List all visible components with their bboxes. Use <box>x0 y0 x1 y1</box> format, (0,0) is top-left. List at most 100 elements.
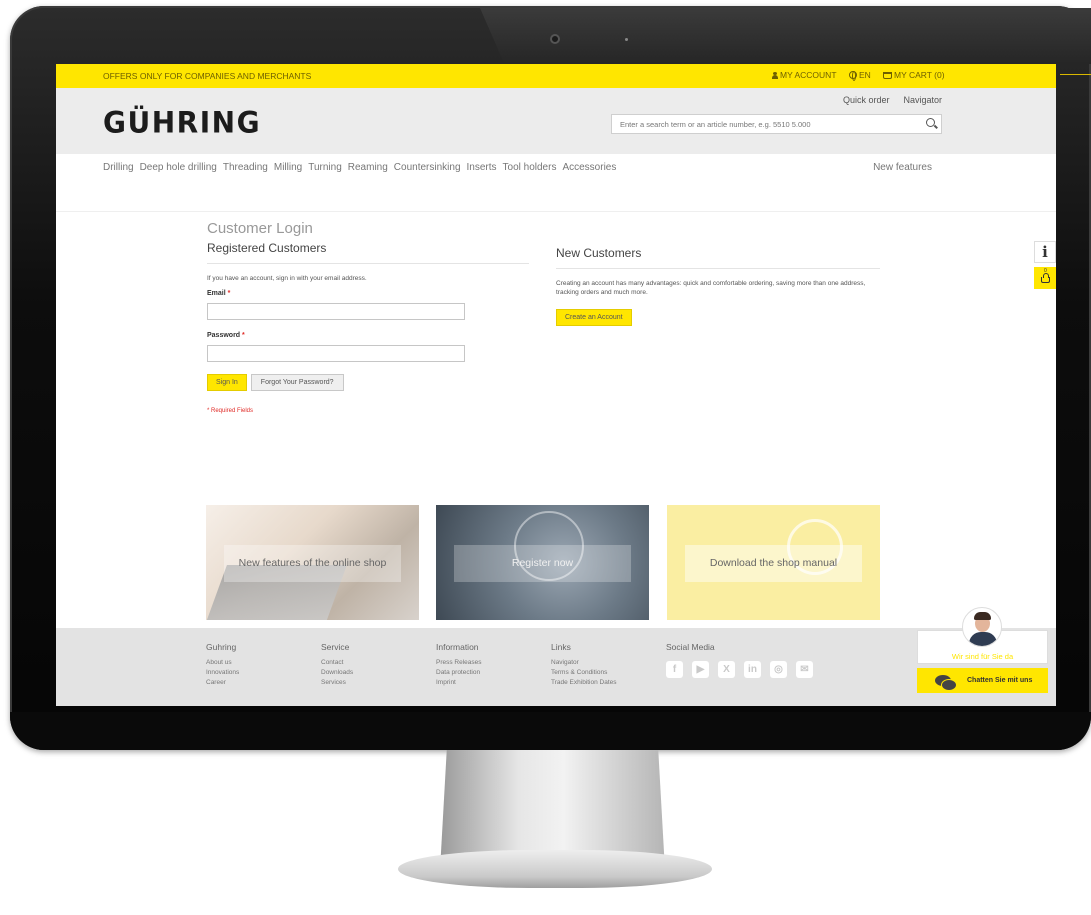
xing-icon[interactable]: X <box>718 661 735 678</box>
email-icon[interactable]: ✉ <box>796 661 813 678</box>
new-customers-section: New Customers Creating an account has ma… <box>556 246 880 326</box>
footer-heading: Links <box>551 642 571 652</box>
new-customers-text: Creating an account has many advantages:… <box>556 280 866 296</box>
banner-caption: Download the shop manual <box>685 545 862 582</box>
email-label-text: Email <box>207 290 226 297</box>
quick-order-link[interactable]: Quick order <box>843 95 890 105</box>
site-header: GÜHRING Quick order Navigator Enter a se… <box>56 88 1056 154</box>
globe-icon <box>849 71 857 81</box>
footer-link[interactable]: Downloads <box>321 668 353 678</box>
chat-button-label: Chatten Sie mit uns <box>967 677 1033 684</box>
password-field[interactable] <box>207 345 465 362</box>
nav-item-drilling[interactable]: Drilling <box>103 162 134 173</box>
sign-in-button[interactable]: Sign In <box>207 374 247 391</box>
footer-link[interactable]: Imprint <box>436 678 482 688</box>
monitor-stand-base <box>398 850 712 888</box>
footer-heading: Information <box>436 642 479 652</box>
youtube-icon[interactable]: ▶ <box>692 661 709 678</box>
footer-link[interactable]: Career <box>206 678 239 688</box>
footer-link[interactable]: Terms & Conditions <box>551 668 617 678</box>
footer-link[interactable]: Innovations <box>206 668 239 678</box>
info-icon: i <box>1042 243 1048 261</box>
search-placeholder: Enter a search term or an article number… <box>620 120 811 129</box>
footer-link[interactable]: Press Releases <box>436 658 482 668</box>
main-navigation: Drilling Deep hole drilling Threading Mi… <box>56 154 1056 212</box>
guhring-logo[interactable]: GÜHRING <box>103 105 261 140</box>
site-footer: Guhring About us Innovations Career Serv… <box>56 628 1056 706</box>
chat-bubble-icon <box>935 675 957 691</box>
category-menu: Drilling Deep hole drilling Threading Mi… <box>103 162 616 173</box>
nav-item-tool-holders[interactable]: Tool holders <box>503 162 557 173</box>
login-intro: If you have an account, sign in with you… <box>207 275 367 282</box>
nav-item-reaming[interactable]: Reaming <box>348 162 388 173</box>
avatar-hair <box>974 612 991 620</box>
web-page: OFFERS ONLY FOR COMPANIES AND MERCHANTS … <box>56 64 1056 706</box>
nav-item-turning[interactable]: Turning <box>308 162 342 173</box>
required-star: * <box>242 332 245 339</box>
banner-register[interactable]: Register now <box>436 505 649 620</box>
banner-caption: Register now <box>454 545 631 582</box>
footer-link[interactable]: About us <box>206 658 239 668</box>
banner-caption: New features of the online shop <box>224 545 401 582</box>
footer-link[interactable]: Data protection <box>436 668 482 678</box>
monitor-mockup: OFFERS ONLY FOR COMPANIES AND MERCHANTS … <box>0 0 1091 915</box>
email-label: Email * <box>207 290 529 297</box>
nav-item-deep-hole-drilling[interactable]: Deep hole drilling <box>140 162 217 173</box>
login-section: Customer Login Registered Customers If y… <box>207 220 529 414</box>
my-account-link[interactable]: MY ACCOUNT <box>772 70 837 80</box>
footer-column-links: Links Navigator Terms & Conditions Trade… <box>551 642 617 688</box>
registered-customers-heading: Registered Customers <box>207 241 529 264</box>
user-icon <box>772 71 778 79</box>
footer-heading: Service <box>321 642 350 652</box>
avatar-body <box>969 632 997 646</box>
search-icon[interactable] <box>926 118 935 127</box>
footer-link[interactable]: Services <box>321 678 353 688</box>
chat-greeting: Wir sind für Sie da <box>951 652 1014 661</box>
new-customers-heading: New Customers <box>556 246 880 269</box>
nav-item-new-features[interactable]: New features <box>873 162 932 173</box>
footer-link[interactable]: Trade Exhibition Dates <box>551 678 617 688</box>
create-account-button[interactable]: Create an Account <box>556 309 632 326</box>
cart-icon <box>883 71 892 79</box>
password-label-text: Password <box>207 332 241 339</box>
facebook-icon[interactable]: f <box>666 661 683 678</box>
basket-tab[interactable]: 0 <box>1034 267 1056 289</box>
footer-heading: Social Media <box>666 642 715 652</box>
info-tab[interactable]: i <box>1034 241 1056 263</box>
top-bar: OFFERS ONLY FOR COMPANIES AND MERCHANTS … <box>56 64 1056 88</box>
navigator-link[interactable]: Navigator <box>903 95 942 105</box>
footer-column-information: Information Press Releases Data protecti… <box>436 642 482 688</box>
monitor-chin <box>10 712 1091 750</box>
banner-shop-manual[interactable]: Download the shop manual <box>667 505 880 620</box>
basket-icon <box>1041 273 1050 283</box>
password-label: Password * <box>207 332 529 339</box>
nav-item-inserts[interactable]: Inserts <box>467 162 497 173</box>
linkedin-icon[interactable]: in <box>744 661 761 678</box>
email-field[interactable] <box>207 303 465 320</box>
language-switcher[interactable]: EN <box>849 70 871 81</box>
nav-item-threading[interactable]: Threading <box>223 162 268 173</box>
footer-link[interactable]: Contact <box>321 658 353 668</box>
footer-link[interactable]: Navigator <box>551 658 617 668</box>
footer-column-guhring: Guhring About us Innovations Career <box>206 642 239 688</box>
nav-item-accessories[interactable]: Accessories <box>562 162 616 173</box>
language-label: EN <box>859 70 871 80</box>
chat-button[interactable]: Chatten Sie mit uns <box>917 668 1048 693</box>
cart-link[interactable]: MY CART (0) <box>883 70 945 80</box>
footer-column-social: Social Media <box>666 642 715 658</box>
instagram-icon[interactable]: ◎ <box>770 661 787 678</box>
nav-item-countersinking[interactable]: Countersinking <box>394 162 461 173</box>
required-star: * <box>227 290 231 297</box>
webcam-sensor <box>625 38 628 41</box>
header-links: Quick order Navigator <box>843 95 942 105</box>
avatar[interactable] <box>962 607 1002 647</box>
social-icons: f ▶ X in ◎ ✉ <box>666 661 813 678</box>
cart-label: MY CART (0) <box>894 70 945 80</box>
nav-item-milling[interactable]: Milling <box>274 162 302 173</box>
forgot-password-button[interactable]: Forgot Your Password? <box>250 374 344 391</box>
webcam <box>550 34 560 44</box>
my-account-label: MY ACCOUNT <box>780 70 837 80</box>
banner-new-features[interactable]: New features of the online shop <box>206 505 419 620</box>
search-input[interactable]: Enter a search term or an article number… <box>611 114 942 134</box>
callout-line <box>1060 74 1091 75</box>
